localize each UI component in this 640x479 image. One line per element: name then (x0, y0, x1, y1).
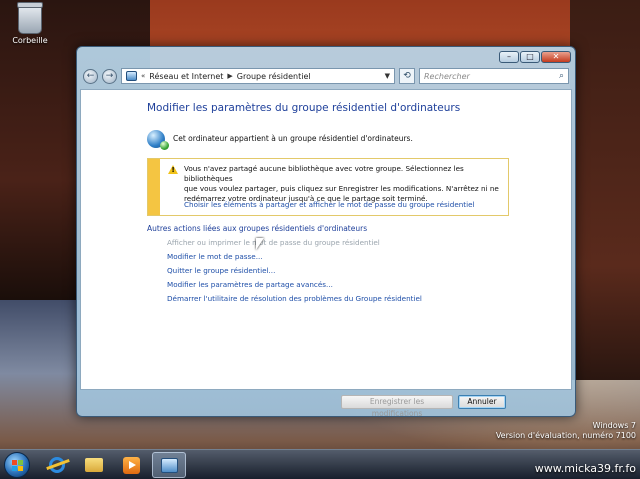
start-button[interactable] (4, 452, 30, 478)
internet-explorer-icon (49, 457, 65, 473)
taskbar-control-panel[interactable] (152, 452, 186, 478)
warning-icon (168, 165, 178, 174)
minimize-button[interactable]: – (499, 51, 519, 63)
view-password-link[interactable]: Afficher ou imprimer le mot de passe du … (167, 236, 422, 250)
homegroup-window: – □ ✕ ← → « Réseau et Internet ▶ Groupe … (76, 46, 576, 418)
window-controls: – □ ✕ (499, 51, 571, 63)
media-player-icon (122, 456, 140, 474)
search-input[interactable]: Rechercher ⌕ (419, 68, 569, 84)
close-button[interactable]: ✕ (541, 51, 571, 63)
recycle-bin-label: Corbeille (12, 36, 48, 45)
change-password-link[interactable]: Modifier le mot de passe... (167, 250, 422, 264)
save-changes-button[interactable]: Enregistrer les modifications (341, 395, 453, 418)
wallpaper-cliff (570, 0, 640, 380)
maximize-button[interactable]: □ (520, 51, 540, 63)
troubleshooter-link[interactable]: Démarrer l'utilitaire de résolution des … (167, 292, 422, 306)
advanced-sharing-link[interactable]: Modifier les paramètres de partage avanc… (167, 278, 422, 292)
warning-message: Vous n'avez partagé aucune bibliothèque … (184, 164, 500, 204)
breadcrumb-network[interactable]: Réseau et Internet (149, 72, 223, 81)
membership-text: Cet ordinateur appartient à un groupe ré… (173, 134, 413, 143)
homegroup-icon (147, 130, 169, 150)
other-actions-heading: Autres actions liées aux groupes résiden… (147, 224, 368, 233)
page-title: Modifier les paramètres du groupe réside… (147, 102, 461, 114)
other-actions-list: Afficher ou imprimer le mot de passe du … (167, 236, 422, 305)
address-bar[interactable]: « Réseau et Internet ▶ Groupe résidentie… (121, 68, 395, 84)
warning-line: Vous n'avez partagé aucune bibliothèque … (184, 164, 464, 183)
taskbar-internet-explorer[interactable] (40, 452, 74, 478)
windows-watermark: Windows 7 Version d'évaluation, numéro 7… (496, 421, 636, 441)
choose-items-link[interactable]: Choisir les éléments à partager et affic… (184, 200, 475, 209)
warning-bar (148, 159, 160, 215)
breadcrumb-homegroup[interactable]: Groupe résidentiel (237, 72, 311, 81)
content-pane: Modifier les paramètres du groupe réside… (80, 89, 572, 390)
watermark-line: Windows 7 (592, 421, 636, 430)
cancel-button[interactable]: Annuler (458, 395, 506, 409)
mouse-cursor (256, 238, 264, 250)
warning-panel: Vous n'avez partagé aucune bibliothèque … (147, 158, 509, 216)
chevron-right-icon: ▶ (227, 72, 233, 80)
refresh-button[interactable]: ⟲ (399, 68, 415, 84)
folder-icon (85, 458, 103, 472)
chevron-down-icon[interactable]: ▼ (385, 72, 390, 80)
window-footer: Enregistrer les modifications Annuler (80, 391, 572, 418)
search-icon[interactable]: ⌕ (559, 71, 564, 81)
chevron-right-icon: « (141, 72, 146, 80)
leave-homegroup-link[interactable]: Quitter le groupe résidentiel... (167, 264, 422, 278)
site-watermark: www.micka39.fr.fo (534, 462, 636, 475)
back-button[interactable]: ← (83, 68, 98, 84)
taskbar-explorer[interactable] (77, 452, 111, 478)
recycle-bin-icon (17, 2, 43, 34)
watermark-line: Version d'évaluation, numéro 7100 (495, 431, 636, 440)
navigation-bar: ← → « Réseau et Internet ▶ Groupe réside… (83, 67, 569, 85)
control-panel-icon (126, 71, 137, 81)
taskbar-media-player[interactable] (114, 452, 148, 478)
recycle-bin-shortcut[interactable]: Corbeille (8, 2, 52, 45)
forward-button[interactable]: → (102, 68, 117, 84)
search-placeholder: Rechercher (424, 71, 470, 81)
control-panel-icon (160, 457, 178, 473)
warning-line: que vous voulez partager, puis cliquez s… (184, 184, 499, 193)
